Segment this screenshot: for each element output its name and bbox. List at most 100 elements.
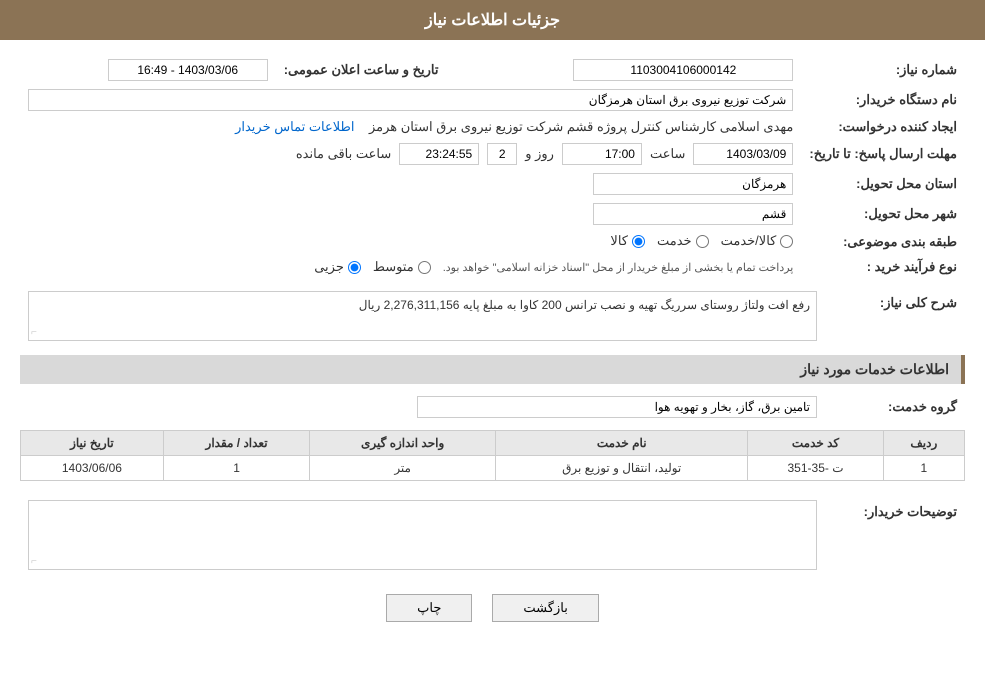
buyer-comments-box: ⌐: [28, 500, 817, 570]
col-code: کد خدمت: [748, 431, 883, 456]
print-button[interactable]: چاپ: [386, 594, 472, 622]
table-row: نوع فرآیند خرید : پرداخت تمام یا بخشی از…: [20, 255, 965, 280]
send-date-label: مهلت ارسال پاسخ: تا تاریخ:: [801, 139, 965, 169]
table-row: ایجاد کننده درخواست: مهدی اسلامی کارشناس…: [20, 115, 965, 139]
announce-value: [20, 55, 276, 85]
send-time-input[interactable]: [562, 143, 642, 165]
back-button[interactable]: بازگشت: [492, 594, 598, 622]
cell-code: ت -35-351: [748, 456, 883, 481]
buyer-input[interactable]: [28, 89, 793, 111]
remaining-time-label: ساعت باقی مانده: [296, 146, 391, 162]
need-number-value: [458, 55, 801, 85]
radio-kala-khidmat-label: کالا/خدمت: [721, 233, 777, 249]
purchase-type-options: پرداخت تمام یا بخشی از مبلغ خریدار از مح…: [20, 255, 801, 280]
description-table: شرح کلی نیاز: رفع افت ولتاژ روستای سرریگ…: [20, 287, 965, 345]
province-label: استان محل تحویل:: [801, 169, 965, 199]
creator-text: مهدی اسلامی کارشناس کنترل پروژه قشم شرکت…: [369, 119, 793, 134]
need-number-input[interactable]: [573, 59, 793, 81]
send-date-group: ساعت روز و ساعت باقی مانده: [28, 143, 793, 165]
radio-kala[interactable]: [632, 235, 645, 248]
creator-label: ایجاد کننده درخواست:: [801, 115, 965, 139]
buyer-comments-table: توضیحات خریدار: ⌐: [20, 496, 965, 574]
service-group-label: گروه خدمت:: [825, 392, 965, 422]
services-table-header: ردیف کد خدمت نام خدمت واحد اندازه گیری ت…: [21, 431, 965, 456]
category-khidmat[interactable]: خدمت: [657, 233, 709, 249]
table-row: 1ت -35-351تولید، انتقال و توزیع برقمتر11…: [21, 456, 965, 481]
buyer-value: [20, 85, 801, 115]
service-group-table: گروه خدمت:: [20, 392, 965, 422]
col-unit: واحد اندازه گیری: [310, 431, 496, 456]
col-name: نام خدمت: [496, 431, 748, 456]
services-table-body: 1ت -35-351تولید، انتقال و توزیع برقمتر11…: [21, 456, 965, 481]
category-kala-khidmat[interactable]: کالا/خدمت: [721, 233, 794, 249]
content-area: شماره نیاز: تاریخ و ساعت اعلان عمومی: نا…: [0, 40, 985, 657]
creator-link[interactable]: اطلاعات تماس خریدار: [235, 119, 354, 134]
radio-jozi-label: جزیی: [314, 259, 344, 275]
footer-buttons: بازگشت چاپ: [20, 594, 965, 642]
announce-label: تاریخ و ساعت اعلان عمومی:: [276, 55, 459, 85]
table-row: مهلت ارسال پاسخ: تا تاریخ: ساعت روز و سا…: [20, 139, 965, 169]
province-value: [20, 169, 801, 199]
description-value: رفع افت ولتاژ روستای سرریگ تهیه و نصب تر…: [20, 287, 825, 345]
need-number-label: شماره نیاز:: [801, 55, 965, 85]
radio-kala-label: کالا: [610, 233, 628, 249]
description-label: شرح کلی نیاز:: [825, 287, 965, 345]
page-wrapper: جزئیات اطلاعات نیاز شماره نیاز: تاریخ و …: [0, 0, 985, 691]
send-time-label: ساعت: [650, 146, 685, 162]
header-row: ردیف کد خدمت نام خدمت واحد اندازه گیری ت…: [21, 431, 965, 456]
service-group-row: گروه خدمت:: [20, 392, 965, 422]
purchase-type-motevaset[interactable]: متوسط: [373, 259, 431, 275]
creator-value: مهدی اسلامی کارشناس کنترل پروژه قشم شرکت…: [20, 115, 801, 139]
remaining-days-input[interactable]: [487, 143, 517, 165]
table-row: شماره نیاز: تاریخ و ساعت اعلان عمومی:: [20, 55, 965, 85]
purchase-type-label: نوع فرآیند خرید :: [801, 255, 965, 280]
cell-unit: متر: [310, 456, 496, 481]
cell-count: 1: [163, 456, 309, 481]
cell-row: 1: [883, 456, 964, 481]
table-row: شهر محل تحویل:: [20, 199, 965, 229]
page-header: جزئیات اطلاعات نیاز: [0, 0, 985, 40]
purchase-type-radio-group: پرداخت تمام یا بخشی از مبلغ خریدار از مح…: [314, 259, 793, 275]
table-row: طبقه بندی موضوعی: کالا/خدمت خدمت: [20, 229, 965, 255]
resize-icon2: ⌐: [31, 556, 37, 567]
radio-kala-khidmat[interactable]: [780, 235, 793, 248]
purchase-type-note: پرداخت تمام یا بخشی از مبلغ خریدار از مح…: [443, 261, 794, 274]
city-input[interactable]: [593, 203, 793, 225]
send-date-input[interactable]: [693, 143, 793, 165]
buyer-comments-row: توضیحات خریدار: ⌐: [20, 496, 965, 574]
radio-jozi[interactable]: [348, 261, 361, 274]
purchase-type-jozi[interactable]: جزیی: [314, 259, 361, 275]
col-date: تاریخ نیاز: [21, 431, 164, 456]
col-row: ردیف: [883, 431, 964, 456]
service-info-title: اطلاعات خدمات مورد نیاز: [20, 355, 965, 384]
remaining-days-label: روز و: [525, 146, 554, 162]
city-label: شهر محل تحویل:: [801, 199, 965, 229]
service-group-input[interactable]: [417, 396, 817, 418]
radio-motevaset-label: متوسط: [373, 259, 414, 275]
cell-name: تولید، انتقال و توزیع برق: [496, 456, 748, 481]
category-radio-group: کالا/خدمت خدمت کالا: [610, 233, 793, 249]
page-title: جزئیات اطلاعات نیاز: [425, 12, 560, 29]
description-row: شرح کلی نیاز: رفع افت ولتاژ روستای سرریگ…: [20, 287, 965, 345]
services-table: ردیف کد خدمت نام خدمت واحد اندازه گیری ت…: [20, 430, 965, 481]
remaining-time-input[interactable]: [399, 143, 479, 165]
service-group-value: [20, 392, 825, 422]
resize-icon: ⌐: [31, 327, 37, 338]
table-row: نام دستگاه خریدار:: [20, 85, 965, 115]
category-kala[interactable]: کالا: [610, 233, 645, 249]
province-input[interactable]: [593, 173, 793, 195]
col-count: تعداد / مقدار: [163, 431, 309, 456]
table-row: استان محل تحویل:: [20, 169, 965, 199]
description-text: رفع افت ولتاژ روستای سرریگ تهیه و نصب تر…: [359, 298, 810, 312]
category-label: طبقه بندی موضوعی:: [801, 229, 965, 255]
radio-khidmat[interactable]: [696, 235, 709, 248]
radio-motevaset[interactable]: [418, 261, 431, 274]
radio-khidmat-label: خدمت: [657, 233, 692, 249]
buyer-label: نام دستگاه خریدار:: [801, 85, 965, 115]
cell-date: 1403/06/06: [21, 456, 164, 481]
city-value: [20, 199, 801, 229]
buyer-comments-label: توضیحات خریدار:: [825, 496, 965, 574]
send-date-row: ساعت روز و ساعت باقی مانده: [20, 139, 801, 169]
category-options: کالا/خدمت خدمت کالا: [20, 229, 801, 255]
announce-input[interactable]: [108, 59, 268, 81]
